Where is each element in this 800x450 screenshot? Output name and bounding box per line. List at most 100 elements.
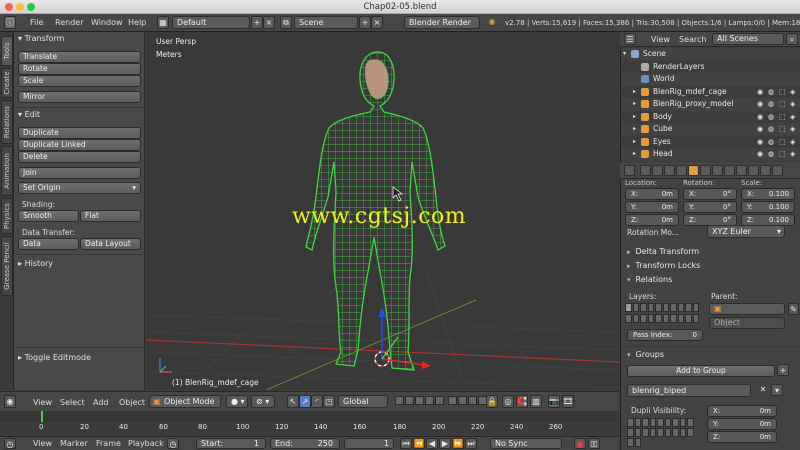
outliner-row[interactable]: ▸ Body ◉ ◍ ⬚ ◈ (621, 110, 800, 123)
outliner-editor-icon[interactable]: ☰ (624, 33, 636, 45)
join-button[interactable]: Join (18, 167, 141, 179)
render-icon[interactable]: ⬚ (779, 86, 786, 98)
disclosure-triangle-icon[interactable]: ▸ (633, 136, 639, 145)
group-specials-icon[interactable]: ▾ (771, 384, 783, 396)
select-icon[interactable]: ◍ (768, 136, 774, 148)
render-tab-icon[interactable] (640, 165, 651, 176)
opengl-animation-icon[interactable]: 🎞 (562, 395, 574, 408)
layer-button[interactable] (395, 396, 404, 405)
transform-locks-panel[interactable]: Transform Locks (623, 259, 799, 272)
menu-timeline-view[interactable]: View (33, 439, 52, 448)
translate-button[interactable]: Translate (18, 51, 141, 63)
duplicate-button[interactable]: Duplicate (18, 127, 141, 139)
layer-toggle[interactable] (657, 428, 664, 437)
layer-toggle[interactable] (692, 313, 699, 323)
preview-range-icon[interactable]: ◷ (167, 438, 179, 449)
set-origin-dropdown[interactable]: Set Origin ▾ (18, 182, 141, 194)
layer-toggle[interactable] (677, 313, 684, 323)
render-icon[interactable]: ⬚ (779, 136, 786, 148)
current-frame-marker[interactable] (41, 411, 43, 422)
parent-type-dropdown[interactable]: Object (709, 317, 785, 329)
layer-toggle[interactable] (687, 418, 694, 427)
dupli-offset-x[interactable]: X: 0m (707, 405, 777, 417)
scale-button[interactable]: Scale (18, 75, 141, 87)
opengl-render-icon[interactable]: 📷 (548, 395, 560, 408)
physics-tab-icon[interactable] (772, 165, 783, 176)
disclosure-triangle-icon[interactable]: ▸ (633, 123, 639, 132)
layer-toggle[interactable] (692, 303, 699, 312)
rotation-field-y[interactable]: Y: 0° (683, 201, 737, 213)
tab-relations[interactable]: Relations (1, 100, 13, 144)
jump-end-icon[interactable]: ⏭ (465, 438, 477, 449)
disclosure-triangle-icon[interactable]: ▸ (633, 148, 639, 157)
tab-animation[interactable]: Animation (1, 146, 13, 196)
visibility-icon[interactable]: ◉ (757, 148, 763, 160)
layer-toggle[interactable] (655, 303, 662, 312)
rotate-manipulator-icon[interactable]: ◜ (311, 395, 323, 408)
layer-toggle[interactable] (640, 303, 647, 312)
layer-toggle[interactable] (627, 428, 634, 437)
scene-icon[interactable]: ⧉ (280, 16, 292, 29)
layer-toggle[interactable] (670, 313, 677, 323)
pivot-dropdown[interactable]: ⊚ ▾ (251, 395, 275, 408)
pass-index-field[interactable]: Pass Index: 0 (627, 329, 703, 341)
layer-toggle[interactable] (662, 303, 669, 312)
layer-toggle[interactable] (632, 303, 639, 312)
lock-layers-icon[interactable]: 🔒 (486, 395, 498, 408)
screen-layout-icon[interactable]: ▦ (157, 16, 169, 29)
group-name-field[interactable]: blenrig_biped (627, 384, 751, 397)
outliner-row[interactable]: ▾ Scene (621, 48, 800, 61)
close-window-button[interactable] (5, 3, 13, 11)
menu-add[interactable]: Add (93, 398, 109, 407)
orientation-dropdown[interactable]: Global (338, 395, 388, 408)
edit-panel-header[interactable]: ▾ Edit (18, 110, 40, 119)
mode-dropdown[interactable]: ▣ Object Mode (149, 395, 221, 408)
outliner-row[interactable]: World (621, 73, 800, 86)
add-layout-button[interactable]: + (251, 16, 263, 29)
layer-toggle[interactable] (662, 313, 669, 323)
render-icon[interactable]: ⬚ (779, 111, 786, 123)
visibility-icon[interactable]: ◉ (757, 86, 763, 98)
location-field-z[interactable]: Z: 0m (625, 214, 679, 226)
layer-button[interactable] (448, 396, 457, 405)
restrict-icon[interactable]: ◈ (790, 136, 795, 148)
select-icon[interactable]: ◍ (768, 148, 774, 160)
location-field-y[interactable]: Y: 0m (625, 201, 679, 213)
remove-layout-button[interactable]: × (263, 16, 275, 29)
menu-object[interactable]: Object (119, 398, 145, 407)
texture-tab-icon[interactable] (748, 165, 759, 176)
scale-manipulator-icon[interactable]: ◳ (323, 395, 335, 408)
timeline-editor-icon[interactable]: ◷ (4, 438, 16, 449)
render-engine-dropdown[interactable]: Blender Render (404, 16, 480, 29)
proportional-edit-icon[interactable]: ◎ (502, 395, 514, 408)
outliner-row[interactable]: ▸ BlenRig_mdef_cage ◉ ◍ ⬚ ◈ (621, 85, 800, 98)
rotation-mode-dropdown[interactable]: XYZ Euler ▾ (707, 225, 785, 238)
layer-toggle[interactable] (672, 418, 679, 427)
history-panel-header[interactable]: ▸ History (18, 259, 53, 268)
visibility-icon[interactable]: ◉ (757, 136, 763, 148)
select-icon[interactable]: ◍ (768, 123, 774, 135)
delete-button[interactable]: Delete (18, 151, 141, 163)
disclosure-triangle-icon[interactable]: ▸ (633, 86, 639, 95)
world-tab-icon[interactable] (676, 165, 687, 176)
smooth-button[interactable]: Smooth (18, 210, 79, 222)
menu-outliner-view[interactable]: View (651, 35, 670, 44)
toggle-editmode-header[interactable]: ▸ Toggle Editmode (18, 353, 91, 362)
shading-dropdown[interactable]: ● ▾ (226, 395, 248, 408)
object-tab-icon[interactable] (688, 165, 699, 176)
layer-toggle[interactable] (679, 428, 686, 437)
outliner-filter-dropdown[interactable]: All Scenes (712, 33, 784, 45)
remove-scene-button[interactable]: × (371, 16, 383, 29)
start-frame-field[interactable]: Start: 1 (196, 438, 266, 449)
3d-viewport[interactable]: User Persp Meters (1) BlenRig_mdef_cage … (146, 32, 619, 390)
scene-tab-icon[interactable] (664, 165, 675, 176)
groups-panel[interactable]: Groups (623, 348, 799, 361)
menu-window[interactable]: Window (91, 18, 123, 27)
menu-help[interactable]: Help (128, 18, 146, 27)
disclosure-triangle-icon[interactable] (633, 61, 639, 69)
restrict-icon[interactable]: ◈ (790, 148, 795, 160)
editor-type-icon[interactable]: ◉ (4, 395, 16, 408)
layer-toggle[interactable] (685, 303, 692, 312)
dupli-offset-y[interactable]: Y: 0m (707, 418, 777, 430)
scene-dropdown[interactable]: Scene (294, 16, 358, 29)
